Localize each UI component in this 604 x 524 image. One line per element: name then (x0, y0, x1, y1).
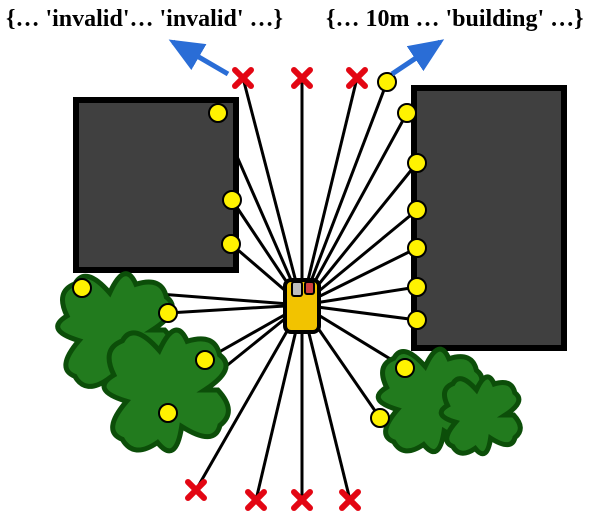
hit-marker (398, 104, 416, 122)
ray (256, 305, 302, 500)
hit-marker (408, 201, 426, 219)
hit-marker (222, 235, 240, 253)
hit-marker (196, 351, 214, 369)
label-right: {… 10m … 'building' …} (326, 6, 584, 32)
tree (441, 377, 520, 454)
ray (302, 113, 407, 305)
label-left: {… 'invalid'… 'invalid' …} (6, 6, 283, 32)
building-right (414, 88, 564, 348)
hit-marker (159, 304, 177, 322)
sensor-diagram: {… 'invalid'… 'invalid' …} {… 10m … 'bui… (0, 0, 604, 524)
hit-marker (408, 239, 426, 257)
hit-marker (73, 279, 91, 297)
robot (285, 280, 319, 332)
ray (302, 305, 350, 500)
tree (104, 330, 228, 451)
hit-marker (408, 311, 426, 329)
hit-marker (408, 154, 426, 172)
miss-marker (188, 482, 204, 498)
hit-marker (408, 278, 426, 296)
ray (168, 305, 302, 313)
hit-marker (396, 359, 414, 377)
hit-marker (223, 191, 241, 209)
building-left (76, 100, 236, 270)
arrow-left (173, 42, 228, 74)
hit-marker (209, 104, 227, 122)
hit-marker (159, 404, 177, 422)
hit-marker (371, 409, 389, 427)
arrow-right (392, 42, 440, 74)
